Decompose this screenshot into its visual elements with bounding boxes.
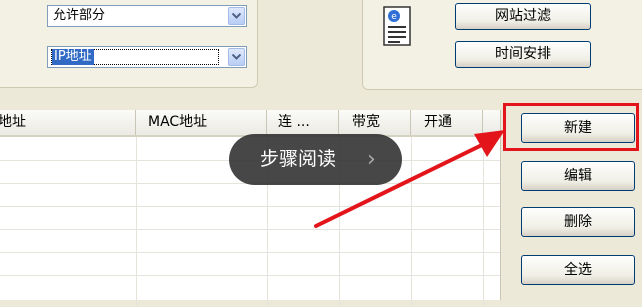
site-filter-button[interactable]: 网站过滤 xyxy=(455,3,591,30)
table-row[interactable] xyxy=(0,206,500,207)
step-reading-overlay[interactable]: 步骤阅读 › xyxy=(229,134,402,185)
filter-type-select[interactable]: IP地址 xyxy=(47,46,247,68)
column-divider xyxy=(136,137,137,307)
chevron-right-icon: › xyxy=(367,147,376,172)
table-row[interactable] xyxy=(0,229,500,230)
permission-select-value: 允许部分 xyxy=(53,8,106,23)
highlight-box xyxy=(503,103,639,151)
column-header-mac[interactable]: MAC地址 xyxy=(136,110,267,135)
edit-button[interactable]: 编辑 xyxy=(521,161,635,191)
delete-button[interactable]: 删除 xyxy=(521,207,635,237)
web-document-icon: e xyxy=(383,6,411,46)
select-all-button[interactable]: 全选 xyxy=(521,255,635,285)
filter-type-select-value: IP地址 xyxy=(52,49,94,65)
step-reading-label: 步骤阅读 xyxy=(260,148,337,170)
table-header: 地址 MAC地址 连 ... 带宽 开通 xyxy=(0,110,500,137)
column-divider xyxy=(483,137,484,307)
schedule-button[interactable]: 时间安排 xyxy=(455,41,591,68)
column-header-enabled[interactable]: 开通 xyxy=(411,110,483,135)
table-row[interactable] xyxy=(0,275,500,276)
column-divider xyxy=(411,137,412,307)
table-row[interactable] xyxy=(0,252,500,253)
column-header-connections[interactable]: 连 ... xyxy=(267,110,339,135)
svg-text:e: e xyxy=(391,12,397,22)
permission-select[interactable]: 允许部分 xyxy=(47,5,247,27)
chevron-down-icon[interactable] xyxy=(228,7,245,25)
column-header-bandwidth[interactable]: 带宽 xyxy=(339,110,411,135)
column-header-address[interactable]: 地址 xyxy=(0,110,136,135)
chevron-down-icon[interactable] xyxy=(228,48,245,66)
